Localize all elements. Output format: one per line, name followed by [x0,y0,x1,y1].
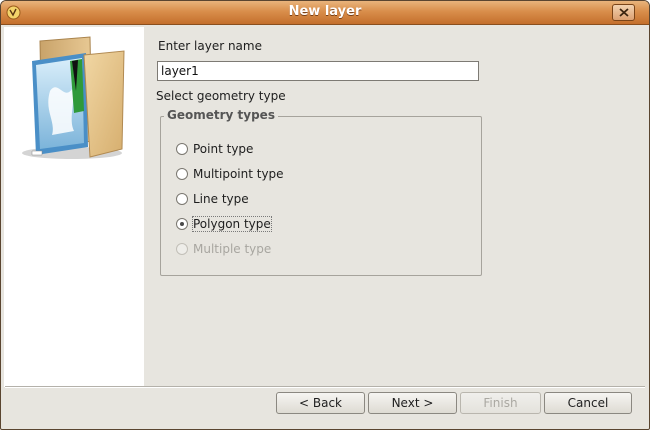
radio-multiple-type: Multiple type [176,240,271,258]
dialog-window: New layer Enter layer name layer1 Select… [0,0,650,430]
layer-name-input[interactable] [157,61,479,81]
radio-button-selected[interactable] [176,218,188,230]
radio-button[interactable] [176,168,188,180]
geometry-type-label: Select geometry type [156,89,286,103]
radio-line-type[interactable]: Line type [176,190,249,208]
layer-name-label: Enter layer name [158,39,262,53]
radio-point-type[interactable]: Point type [176,140,253,158]
radio-button[interactable] [176,193,188,205]
button-separator [5,386,645,388]
radio-button[interactable] [176,143,188,155]
cancel-button[interactable]: Cancel [544,392,632,414]
radio-label[interactable]: Point type [193,142,253,156]
geometry-types-title: Geometry types [164,108,278,122]
radio-label[interactable]: Polygon type [192,216,272,232]
radio-label[interactable]: Multipoint type [193,167,284,181]
radio-multipoint-type[interactable]: Multipoint type [176,165,284,183]
folder-map-icon [22,36,125,159]
back-button[interactable]: < Back [276,392,365,414]
window-title: New layer [288,4,362,19]
close-icon [619,8,629,17]
wizard-content: Enter layer name Select geometry type Ge… [144,27,645,387]
close-button[interactable] [612,4,635,21]
finish-button: Finish [460,392,541,414]
radio-button-disabled [176,243,188,255]
next-button[interactable]: Next > [368,392,457,414]
title-bar[interactable]: New layer [1,1,649,25]
radio-label: Multiple type [193,242,272,256]
radio-label[interactable]: Line type [193,192,249,206]
radio-polygon-type[interactable]: Polygon type [176,215,272,233]
wizard-side-panel [4,27,144,387]
